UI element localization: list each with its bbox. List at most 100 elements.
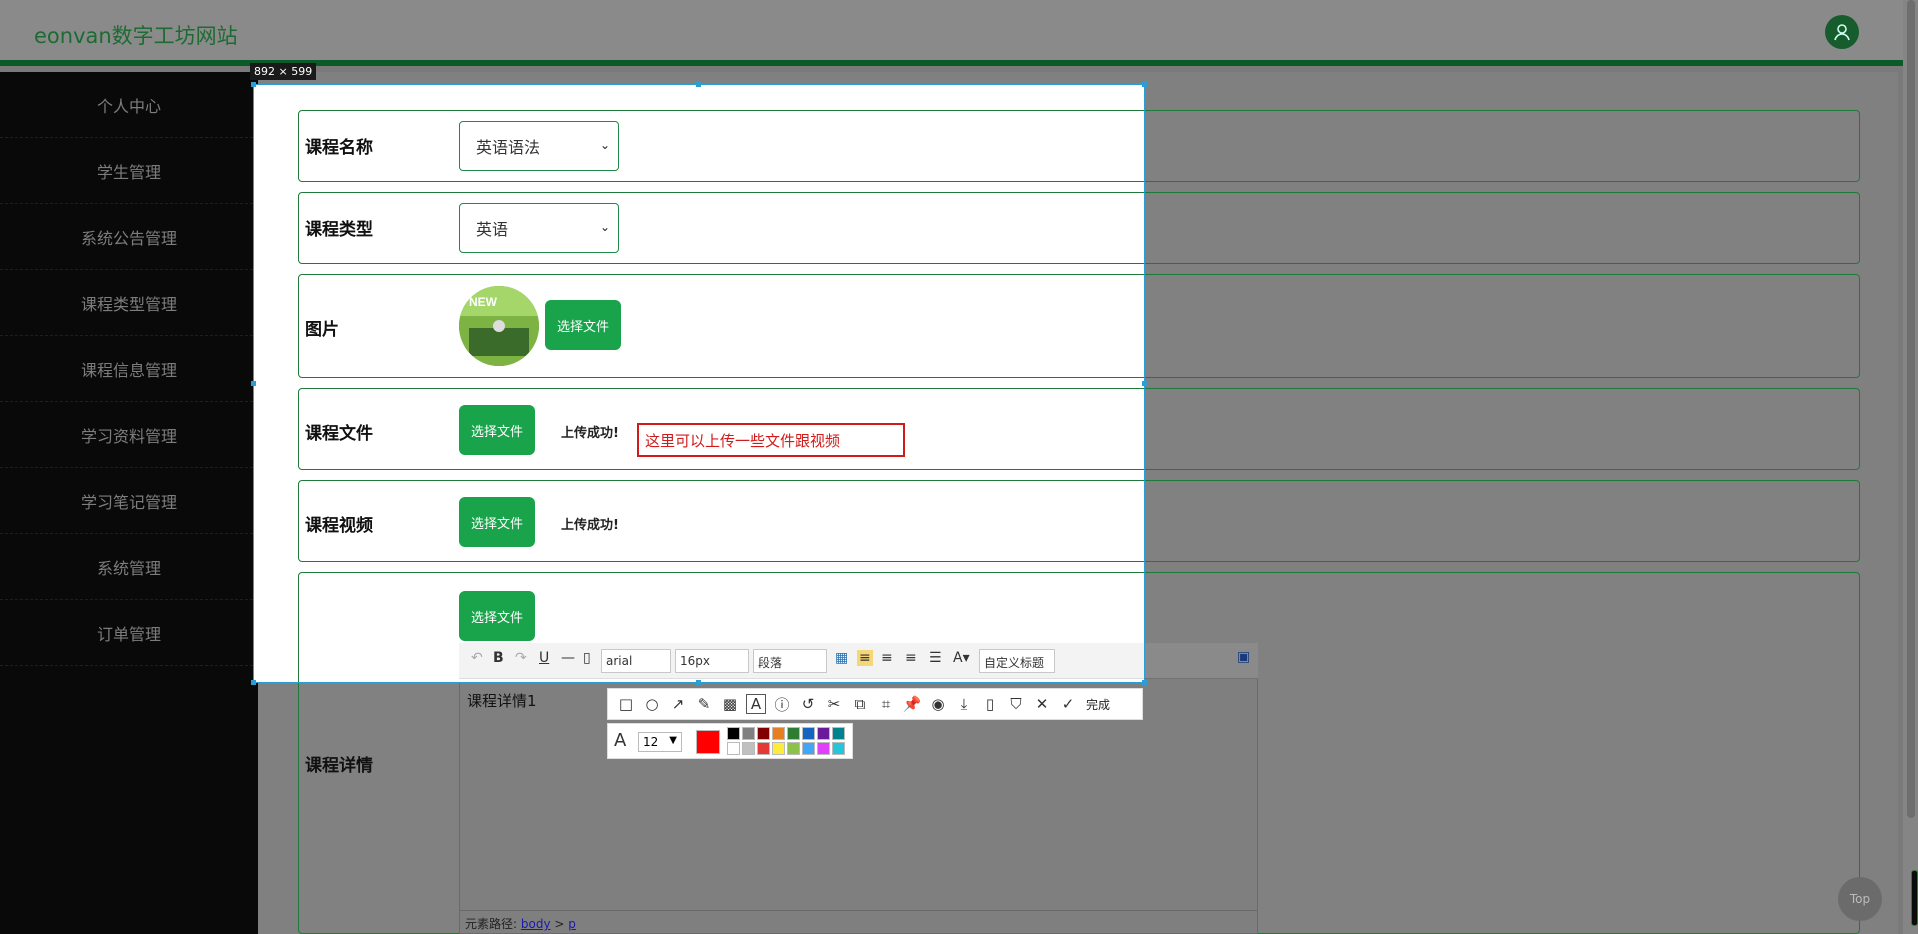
color-swatch[interactable]	[742, 727, 755, 740]
course-file-status: 上传成功!	[561, 426, 619, 441]
details-label: 课程详情	[305, 756, 373, 776]
scan-icon[interactable]: ⌗	[876, 694, 896, 714]
chevron-down-icon: ▼	[669, 735, 677, 746]
user-icon	[1834, 24, 1850, 41]
record-icon[interactable]: ◉	[928, 694, 948, 714]
sidebar-item-orders[interactable]: 订单管理	[0, 600, 258, 666]
sidebar: 个人中心 学生管理 系统公告管理 课程类型管理 课程信息管理 学习资料管理 学习…	[0, 72, 258, 934]
app-title[interactable]: eonvan数字工坊网站	[34, 20, 238, 50]
arrow-icon[interactable]: ↗	[668, 694, 688, 714]
rich-text-editor[interactable]	[459, 643, 1258, 934]
course-video-upload-button[interactable]: 选择文件	[459, 497, 535, 547]
font-size-select[interactable]: 16px	[675, 649, 749, 673]
sidebar-item-course-info[interactable]: 课程信息管理	[0, 336, 258, 402]
path-body-link[interactable]: body	[521, 917, 551, 931]
sidebar-item-materials[interactable]: 学习资料管理	[0, 402, 258, 468]
editor-path-bar: 元素路径: body > p	[459, 910, 1258, 934]
color-swatch[interactable]	[727, 742, 740, 755]
course-file-label: 课程文件	[305, 424, 373, 444]
course-video-label: 课程视频	[305, 516, 373, 536]
image-label: 图片	[305, 320, 339, 340]
font-color-icon[interactable]: A▾	[953, 650, 970, 666]
page-icon[interactable]: ▯	[583, 650, 591, 666]
resize-handle-se[interactable]	[1142, 680, 1147, 685]
form-row-course-video: 课程视频 选择文件 上传成功!	[298, 480, 1144, 562]
color-swatch[interactable]	[817, 742, 830, 755]
close-icon[interactable]: ✕	[1032, 694, 1052, 714]
color-swatch[interactable]	[757, 727, 770, 740]
table-icon[interactable]: ▦	[835, 650, 848, 666]
color-swatch[interactable]	[787, 742, 800, 755]
color-swatch[interactable]	[802, 742, 815, 755]
course-type-value: 英语	[476, 220, 509, 239]
resize-handle-nw[interactable]	[251, 82, 256, 87]
download-icon[interactable]: ⤓	[954, 694, 974, 714]
font-size-dropdown[interactable]: 12 ▼	[638, 732, 682, 752]
bookmark-icon[interactable]: ⛉	[1006, 694, 1026, 714]
color-swatch[interactable]	[757, 742, 770, 755]
align-right-icon[interactable]: ≡	[881, 650, 893, 666]
sidebar-item-notes[interactable]: 学习笔记管理	[0, 468, 258, 534]
font-family-select[interactable]: arial	[601, 649, 671, 673]
mosaic-icon[interactable]: ▩	[720, 694, 740, 714]
color-swatch[interactable]	[817, 727, 830, 740]
text-icon[interactable]: A	[746, 694, 766, 714]
resize-handle-e[interactable]	[1142, 381, 1147, 386]
svg-text:NEW: NEW	[469, 295, 498, 309]
course-type-select[interactable]: 英语 ⌄	[459, 203, 619, 253]
check-icon[interactable]: ✓	[1058, 694, 1078, 714]
phone-icon[interactable]: ▯	[980, 694, 1000, 714]
chevron-down-icon: ⌄	[599, 138, 610, 152]
number-marker-icon[interactable]: ⓘ	[772, 694, 792, 714]
sidebar-item-students[interactable]: 学生管理	[0, 138, 258, 204]
custom-title-select[interactable]: 自定义标题	[979, 649, 1055, 673]
redo-icon[interactable]: ↷	[515, 650, 527, 666]
bold-icon[interactable]: B	[493, 650, 504, 666]
color-swatch[interactable]	[742, 742, 755, 755]
resize-handle-sw[interactable]	[251, 680, 256, 685]
current-color-swatch[interactable]	[696, 730, 720, 754]
color-swatch[interactable]	[727, 727, 740, 740]
pin-icon[interactable]: 📌	[902, 694, 922, 714]
color-swatch[interactable]	[772, 727, 785, 740]
align-center-icon[interactable]: ≡	[905, 650, 917, 666]
sidebar-item-profile[interactable]: 个人中心	[0, 72, 258, 138]
back-to-top-button[interactable]: Top	[1838, 877, 1882, 921]
course-file-upload-button[interactable]: 选择文件	[459, 405, 535, 455]
horizontal-rule-icon[interactable]: —	[561, 650, 575, 666]
sidebar-item-course-types[interactable]: 课程类型管理	[0, 270, 258, 336]
underline-icon[interactable]: U	[539, 650, 549, 666]
annotation-text-box[interactable]: 这里可以上传一些文件跟视频	[637, 423, 905, 457]
resize-handle-ne[interactable]	[1142, 82, 1147, 87]
ocr-icon[interactable]: ⧉	[850, 694, 870, 714]
ellipse-icon[interactable]: ○	[642, 694, 662, 714]
pen-icon[interactable]: ✎	[694, 694, 714, 714]
sidebar-item-announcements[interactable]: 系统公告管理	[0, 204, 258, 270]
color-swatch[interactable]	[772, 742, 785, 755]
done-button[interactable]: 完成	[1086, 696, 1110, 713]
resize-handle-n[interactable]	[696, 82, 701, 87]
image-upload-button[interactable]: 选择文件	[545, 300, 621, 350]
rectangle-icon[interactable]: □	[616, 694, 636, 714]
extra-upload-button[interactable]: 选择文件	[459, 591, 535, 641]
path-label: 元素路径:	[465, 917, 518, 931]
resize-handle-s[interactable]	[696, 680, 701, 685]
fullscreen-icon[interactable]: ▣	[1237, 649, 1250, 665]
sidebar-item-system[interactable]: 系统管理	[0, 534, 258, 600]
align-left-icon[interactable]: ≡	[857, 650, 873, 666]
course-name-select[interactable]: 英语语法 ⌄	[459, 121, 619, 171]
editor-text[interactable]: 课程详情1	[467, 690, 537, 711]
align-justify-icon[interactable]: ☰	[929, 650, 942, 666]
color-swatch[interactable]	[832, 727, 845, 740]
user-avatar[interactable]	[1825, 15, 1859, 49]
paragraph-select[interactable]: 段落	[753, 649, 827, 673]
resize-handle-w[interactable]	[251, 381, 256, 386]
color-swatch[interactable]	[787, 727, 800, 740]
color-swatch[interactable]	[832, 742, 845, 755]
scissors-icon[interactable]: ✂	[824, 694, 844, 714]
undo-icon[interactable]: ↶	[471, 650, 483, 666]
scrollbar-thumb[interactable]	[1907, 0, 1915, 818]
undo-icon[interactable]: ↺	[798, 694, 818, 714]
color-swatch[interactable]	[802, 727, 815, 740]
path-p-link[interactable]: p	[568, 917, 576, 931]
